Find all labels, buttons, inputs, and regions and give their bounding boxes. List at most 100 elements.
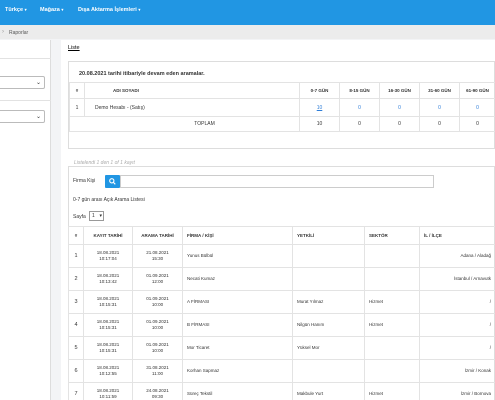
yetkili-cell: Murat Yılmaz — [292, 290, 365, 314]
row-number-cell: 3 — [68, 290, 84, 314]
sidebar-divider — [0, 58, 51, 59]
firma-kisi: Süreç Tekstil — [187, 391, 213, 396]
firma-kisi: B FİRMASI — [187, 322, 210, 327]
kayit-date-cell: 18.08.2021 10:11:59 — [83, 382, 133, 400]
row-number: 4 — [74, 322, 78, 328]
arama-date-cell: 31.08.2021 11:00 — [132, 359, 183, 383]
col-header: # — [69, 82, 85, 99]
total-value: 10 — [299, 116, 340, 132]
kayit-date: 18.08.2021 — [96, 250, 120, 255]
yetkili-cell: Nilgün Hanım — [292, 313, 365, 337]
table-row: 7 18.08.2021 10:11:59 24.08.2021 09:30 Süreç … — [68, 382, 495, 400]
total-label: TOPLAM — [69, 116, 300, 132]
kayit-date-cell: 18.08.2021 10:13:42 — [83, 267, 133, 291]
firma-kisi-cell: Mor Ticaret — [182, 336, 293, 360]
kayit-date: 10:15:31 — [99, 302, 117, 307]
row-number: 3 — [74, 299, 78, 305]
col-header: ADI SOYADI — [84, 82, 300, 99]
page-select[interactable]: 1 ▾ — [89, 211, 104, 221]
yetkili: Makbule Yurt — [297, 391, 324, 396]
top-navbar: Türkçe ▾ Mağaza ▾ Dışa Aktarma İşlemleri… — [0, 0, 495, 25]
firma-kisi-cell: Korhan Sapmaz — [182, 359, 293, 383]
col-header: YETKİLİ — [292, 226, 365, 245]
count-link[interactable]: 10 — [299, 98, 340, 117]
row-number: 7 — [74, 391, 78, 397]
il-ilce-cell: İstanbul / Arnavutk — [419, 267, 495, 291]
row-number-cell: 5 — [68, 336, 84, 360]
table-row: 4 18.08.2021 10:15:31 01.09.2021 10:00 B FİRM… — [68, 313, 495, 337]
kayit-date: 10:17:04 — [99, 256, 117, 261]
col-header: 61-90 GÜN — [459, 82, 495, 99]
il-ilce-cell: / — [419, 313, 495, 337]
arama-date: 10:00 — [151, 302, 164, 307]
il-ilce: / — [489, 345, 491, 350]
arama-date: 01.09.2021 — [146, 296, 169, 301]
kayit-date: 18.08.2021 — [96, 273, 120, 278]
arama-date: 01.09.2021 — [146, 273, 169, 278]
firma-kisi-cell: B FİRMASI — [182, 313, 293, 337]
sektor-cell — [364, 267, 420, 291]
arama-date: 01.09.2021 — [146, 319, 169, 324]
menu-language[interactable]: Türkçe ▾ — [5, 7, 27, 13]
page-select-value: 1 — [92, 213, 95, 219]
col-header: 0-7 GÜN — [299, 82, 340, 99]
col-header: 16-30 GÜN — [379, 82, 420, 99]
col-header: İL / İLÇE — [419, 226, 495, 245]
row-number-cell: 4 — [68, 313, 84, 337]
liste-link[interactable]: Liste — [68, 45, 80, 51]
chevron-down-icon: ⌄ — [35, 80, 41, 86]
kayit-date-cell: 18.08.2021 10:15:31 — [83, 290, 133, 314]
kayit-date: 10:15:31 — [99, 348, 117, 353]
search-input[interactable] — [120, 175, 434, 188]
list-title: 0-7 gün arası Açık Arama Listesi — [73, 197, 145, 203]
sidebar: ⌄ ⌄ — [0, 40, 51, 400]
arama-date-cell: 01.09.2021 12:00 — [132, 267, 183, 291]
firma-kisi: Mor Ticaret — [187, 345, 210, 350]
breadcrumb-separator: › — [2, 29, 4, 35]
sektor-cell: Hizmet — [364, 290, 420, 314]
il-ilce: İzmir / Bornova — [460, 391, 491, 396]
il-ilce-cell: Adana / Aladağ — [419, 244, 495, 268]
sektor: Hizmet — [369, 299, 384, 304]
firma-kisi-cell: Yunus Bülbül — [182, 244, 293, 268]
menu-language-label: Türkçe — [5, 7, 24, 13]
col-header: FİRMA / KİŞİ — [182, 226, 293, 245]
il-ilce: İstanbul / Arnavutk — [453, 276, 491, 281]
summary-panel: 20.08.2021 tarihi itibariyle devam eden … — [68, 61, 495, 166]
row-number-cell: 6 — [68, 359, 84, 383]
menu-export[interactable]: Dışa Aktarma İşlemleri ▾ — [78, 7, 140, 13]
chevron-down-icon: ▾ — [99, 213, 102, 219]
kayit-date-cell: 18.08.2021 10:17:04 — [83, 244, 133, 268]
row-name: Demo Hesabı - (Satış) — [84, 98, 300, 117]
arama-date-cell: 01.09.2021 10:00 — [132, 313, 183, 337]
total-value: 0 — [339, 116, 380, 132]
row-number-cell: 7 — [68, 382, 84, 400]
search-button[interactable] — [105, 175, 120, 188]
kayit-date: 10:12:55 — [99, 371, 117, 376]
table-row: 6 18.08.2021 10:12:55 31.08.2021 11:00 Korhan… — [68, 359, 495, 383]
menu-store[interactable]: Mağaza ▾ — [40, 7, 63, 13]
count-link[interactable]: 0 — [419, 98, 460, 117]
il-ilce-cell: / — [419, 290, 495, 314]
count-link[interactable]: 0 — [379, 98, 420, 117]
il-ilce: İzmir / Konak — [464, 368, 491, 373]
sidebar-select-2[interactable]: ⌄ — [0, 110, 45, 123]
arama-date: 01.09.2021 — [146, 342, 169, 347]
arama-date: 12:00 — [151, 279, 164, 284]
calls-table: # KAYIT TARİHİ ARAMA TARİHİ FİRMA / KİŞİ… — [68, 226, 495, 400]
count-link[interactable]: 0 — [339, 98, 380, 117]
il-ilce: Adana / Aladağ — [460, 253, 491, 258]
firma-kisi-cell: Necati Kumaz — [182, 267, 293, 291]
search-label: Firma Kişi — [73, 178, 96, 184]
firma-kisi: A FİRMASI — [187, 299, 210, 304]
yetkili: Yüksel Mor — [297, 345, 320, 350]
arama-date: 31.08.2021 — [146, 365, 169, 370]
count-link[interactable]: 0 — [459, 98, 495, 117]
arama-date: 24.08.2021 — [146, 388, 169, 393]
firma-kisi: Necati Kumaz — [187, 276, 216, 281]
col-header: ARAMA TARİHİ — [132, 226, 183, 245]
table-row: 5 18.08.2021 10:15:31 01.09.2021 10:00 Mor Ti… — [68, 336, 495, 360]
sidebar-select-1[interactable]: ⌄ — [0, 76, 45, 89]
sektor-cell — [364, 359, 420, 383]
table-row: 3 18.08.2021 10:15:31 01.09.2021 10:00 A FİRM… — [68, 290, 495, 314]
